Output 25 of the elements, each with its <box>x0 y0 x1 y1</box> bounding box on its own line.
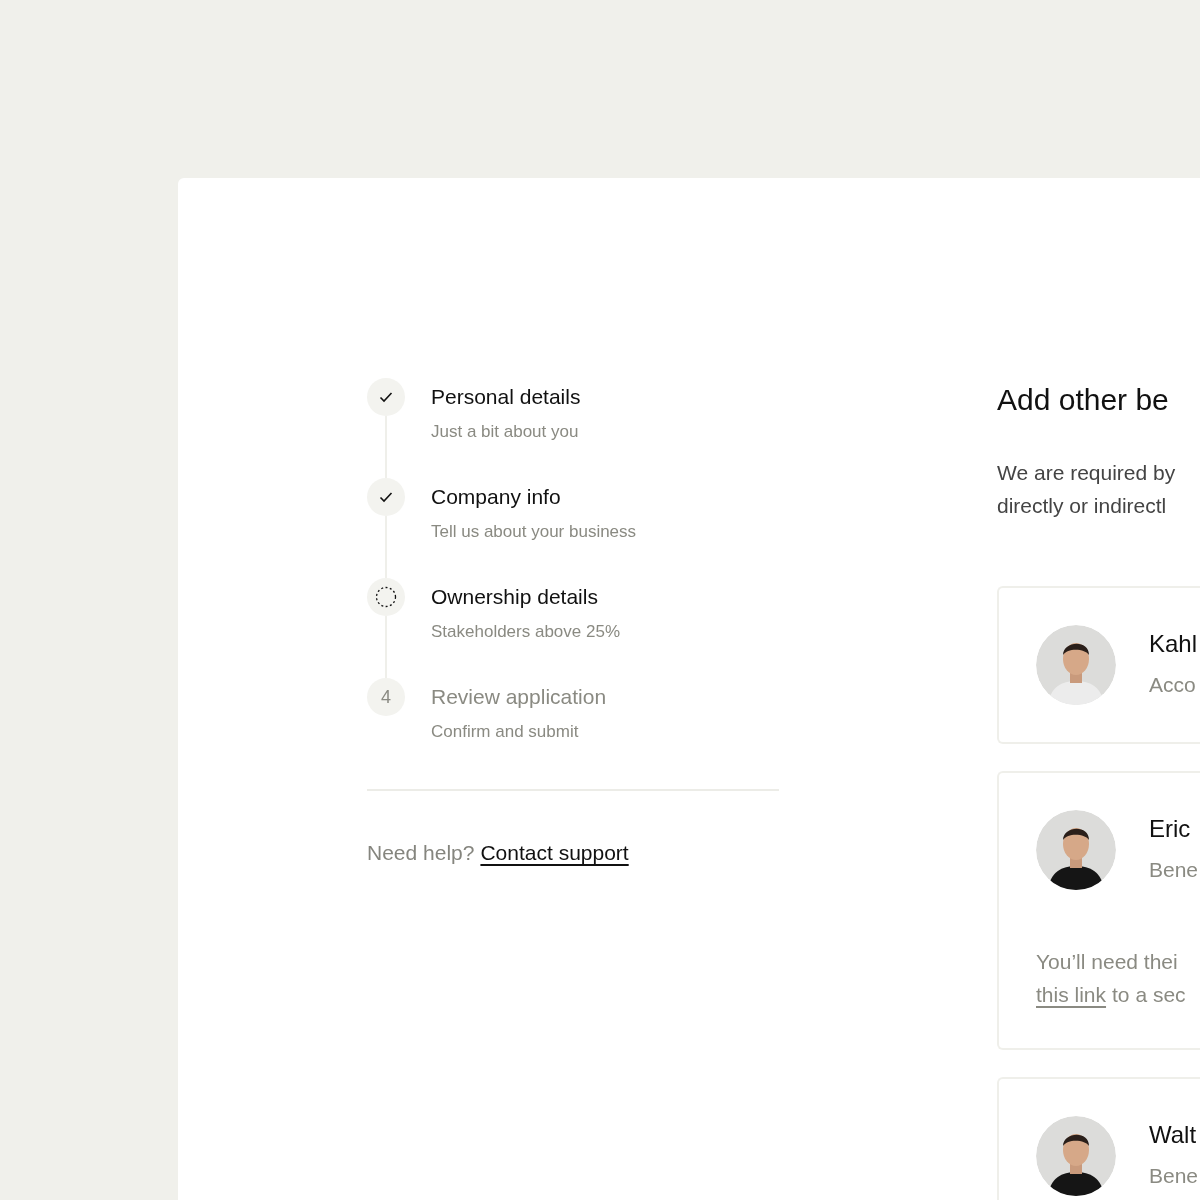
step-subtitle: Confirm and submit <box>431 721 580 743</box>
owner-role: Bene <box>1149 1163 1199 1189</box>
owner-name: Eric <box>1149 814 1192 844</box>
owner-role: Bene <box>1149 857 1199 883</box>
step-title: Company info <box>431 484 562 510</box>
note-text: to a sec <box>1112 982 1186 1008</box>
step-title: Review application <box>431 684 607 710</box>
owner-name: Kahl <box>1149 629 1198 659</box>
help-text: Need help? <box>367 840 475 866</box>
owner-role: Acco <box>1149 672 1197 698</box>
description-line: directly or indirectl <box>997 493 1168 519</box>
step-subtitle: Tell us about your business <box>431 521 637 543</box>
step-subtitle: Just a bit about you <box>431 421 580 443</box>
section-heading: Add other be <box>997 382 1170 418</box>
step-subtitle: Stakeholders above 25% <box>431 621 621 643</box>
owner-name: Walt <box>1149 1120 1198 1150</box>
step-title: Personal details <box>431 384 581 410</box>
check-icon <box>379 491 393 503</box>
description-line: We are required by <box>997 460 1177 486</box>
dashed-circle-icon <box>375 586 397 608</box>
check-icon <box>379 391 393 403</box>
step-title: Ownership details <box>431 584 599 610</box>
note-text: You’ll need thei <box>1036 949 1179 975</box>
step-number: 4 <box>367 678 405 716</box>
contact-support-link[interactable]: Contact support <box>480 837 629 869</box>
